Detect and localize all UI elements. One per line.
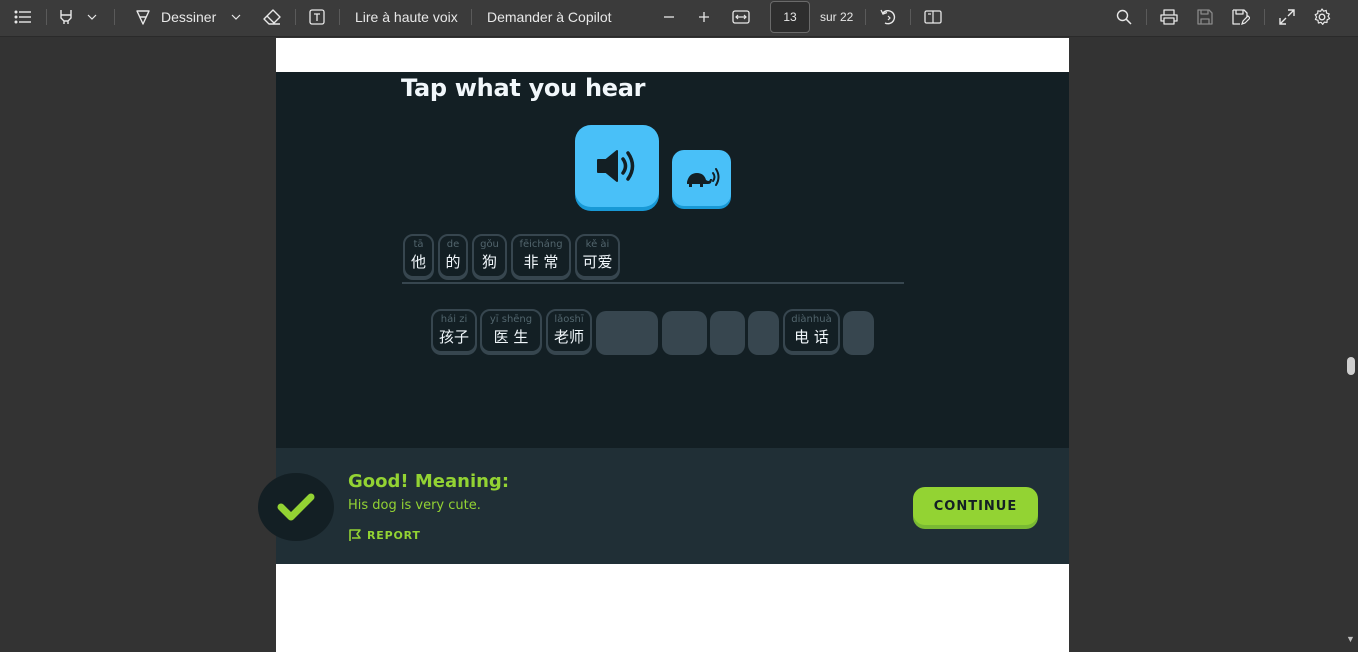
text-box-icon[interactable]: [306, 0, 328, 34]
report-label: REPORT: [367, 528, 421, 542]
zoom-in-icon[interactable]: [695, 0, 713, 34]
toolbar-separator: [339, 9, 340, 25]
hanzi-label: 电 话: [794, 328, 829, 346]
toolbar-separator: [471, 9, 472, 25]
eraser-icon[interactable]: [261, 0, 283, 34]
zoom-out-icon[interactable]: [660, 0, 678, 34]
report-button[interactable]: REPORT: [348, 528, 421, 542]
read-aloud-button[interactable]: Lire à haute voix: [355, 0, 459, 34]
pinyin-label: fēicháng: [519, 239, 563, 250]
feedback-title: Good! Meaning:: [348, 471, 510, 492]
answer-tile[interactable]: gǒu 狗: [472, 234, 507, 278]
hanzi-label: 非 常: [523, 253, 559, 271]
word-bank-tile[interactable]: diànhuà 电 话: [783, 309, 840, 353]
word-bank-tile[interactable]: lǎoshī 老师: [546, 309, 592, 353]
chevron-down-icon[interactable]: [228, 0, 244, 34]
word-bank-tile[interactable]: yī shēng 医 生: [480, 309, 542, 353]
rotate-icon[interactable]: [877, 0, 899, 34]
answer-tile[interactable]: fēicháng 非 常: [511, 234, 571, 278]
pinyin-label: lǎoshī: [554, 314, 584, 325]
word-bank-tile[interactable]: hái zi 孩子: [431, 309, 477, 353]
hanzi-label: 孩子: [438, 328, 469, 346]
hanzi-label: 他: [410, 253, 426, 271]
chevron-down-icon[interactable]: [84, 0, 100, 34]
empty-tile-slot: [843, 311, 874, 355]
answer-tile[interactable]: tā 他: [403, 234, 434, 278]
pinyin-label: diànhuà: [791, 314, 832, 325]
highlighter-icon[interactable]: [56, 0, 76, 34]
play-audio-button[interactable]: [575, 125, 659, 207]
empty-tile-slot: [596, 311, 658, 355]
turtle-icon: [686, 168, 719, 187]
toolbar-separator: [865, 9, 866, 25]
hanzi-label: 医 生: [493, 328, 529, 346]
search-icon[interactable]: [1113, 0, 1135, 34]
hanzi-label: 老师: [553, 328, 584, 346]
hanzi-label: 可爱: [582, 253, 613, 271]
exercise-heading: Tap what you hear: [401, 74, 646, 102]
fit-width-icon[interactable]: [730, 0, 752, 34]
checkmark-badge: [258, 473, 334, 541]
pinyin-label: yī shēng: [489, 314, 533, 325]
pdf-toolbar: Dessiner Lire à haute voix Demander à Co…: [0, 0, 1358, 37]
scrollbar-thumb[interactable]: [1347, 357, 1355, 375]
pinyin-label: tā: [413, 239, 424, 250]
empty-tile-slot: [748, 311, 779, 355]
toolbar-separator: [1264, 9, 1265, 25]
toolbar-separator: [295, 9, 296, 25]
hanzi-label: 狗: [481, 253, 497, 271]
checkmark-icon: [277, 493, 315, 521]
expand-icon[interactable]: [1276, 0, 1298, 34]
continue-button[interactable]: CONTINUE: [913, 487, 1038, 525]
hanzi-label: 的: [445, 253, 461, 271]
draw-pen-icon[interactable]: [132, 0, 154, 34]
page-number-input[interactable]: 13: [770, 1, 810, 33]
empty-tile-slot: [662, 311, 707, 355]
pinyin-label: kě ài: [585, 239, 610, 250]
ask-copilot-button[interactable]: Demander à Copilot: [487, 0, 619, 34]
print-icon[interactable]: [1158, 0, 1180, 34]
feedback-banner: Good! Meaning: His dog is very cute. REP…: [258, 448, 1069, 564]
toolbar-separator: [910, 9, 911, 25]
draw-button[interactable]: Dessiner: [161, 0, 219, 34]
toolbar-separator: [1146, 9, 1147, 25]
toolbar-separator: [114, 9, 115, 25]
table-of-contents-icon[interactable]: [10, 0, 36, 34]
play-slow-audio-button[interactable]: [672, 150, 731, 206]
gear-icon[interactable]: [1311, 0, 1333, 34]
answer-tile[interactable]: kě ài 可爱: [575, 234, 620, 278]
answer-line: [402, 282, 904, 284]
page-view-icon[interactable]: [922, 0, 944, 34]
exercise-screenshot: Tap what you hear tā 他 de 的 gǒu 狗 fēichá…: [276, 72, 1069, 448]
scroll-down-arrow-icon[interactable]: ▼: [1346, 634, 1355, 644]
toolbar-separator: [46, 9, 47, 25]
speaker-icon: [597, 150, 635, 182]
save-icon[interactable]: [1194, 0, 1216, 34]
feedback-meaning: His dog is very cute.: [348, 498, 481, 513]
answer-tile[interactable]: de 的: [438, 234, 468, 278]
pinyin-label: de: [446, 239, 460, 250]
empty-tile-slot: [710, 311, 745, 355]
pdf-page: Tap what you hear tā 他 de 的 gǒu 狗 fēichá…: [258, 38, 1069, 652]
save-as-icon[interactable]: [1230, 0, 1252, 34]
pinyin-label: hái zi: [440, 314, 468, 325]
pinyin-label: gǒu: [480, 239, 499, 250]
page-total-label: sur 22: [820, 10, 854, 24]
flag-icon: [349, 529, 361, 541]
